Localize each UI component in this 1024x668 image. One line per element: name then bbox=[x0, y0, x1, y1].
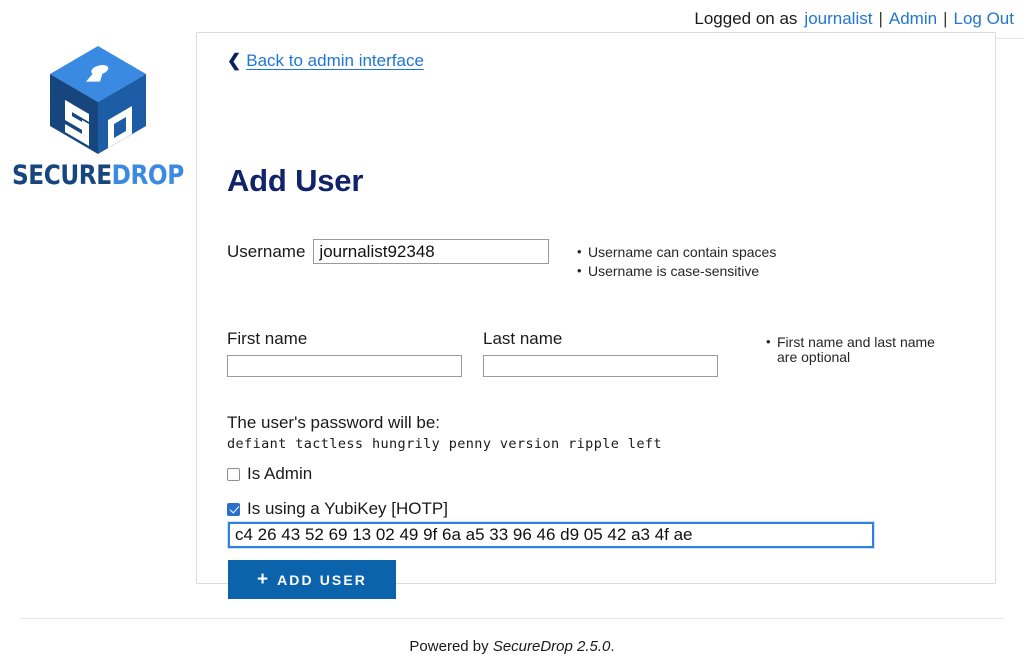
back-to-admin-label[interactable]: Back to admin interface bbox=[246, 51, 424, 71]
password-value: defiant tactless hungrily penny version … bbox=[227, 436, 662, 452]
is-admin-checkbox[interactable] bbox=[227, 467, 240, 481]
hint-item: Username can contain spaces bbox=[577, 244, 797, 260]
chevron-left-icon: ❮ bbox=[227, 51, 242, 70]
hint-item: First name and last name are optional bbox=[766, 334, 951, 365]
securedrop-wordmark: SECUREDROP bbox=[12, 162, 184, 189]
wordmark-drop: DROP bbox=[111, 160, 185, 191]
name-hints: First name and last name are optional bbox=[766, 334, 951, 369]
name-row: First name Last name bbox=[227, 329, 718, 377]
is-yubikey-checkbox[interactable] bbox=[227, 502, 240, 516]
footer-prefix: Powered by bbox=[409, 638, 489, 655]
is-admin-row[interactable]: Is Admin bbox=[227, 464, 312, 484]
footer-suffix: . bbox=[610, 638, 615, 655]
wordmark-secure: SECURE bbox=[12, 160, 112, 191]
last-name-label: Last name bbox=[483, 329, 563, 348]
back-to-admin-link[interactable]: ❮ Back to admin interface bbox=[227, 51, 424, 71]
name-spacer bbox=[462, 329, 483, 377]
securedrop-cube-icon bbox=[50, 46, 146, 154]
is-yubikey-row[interactable]: Is using a YubiKey [HOTP] bbox=[227, 499, 448, 519]
is-admin-label: Is Admin bbox=[247, 464, 313, 483]
first-name-label: First name bbox=[227, 329, 308, 348]
footer: Powered by SecureDrop 2.5.0. bbox=[0, 638, 1024, 655]
username-input[interactable] bbox=[313, 239, 550, 264]
add-user-panel: ❮ Back to admin interface Add User Usern… bbox=[196, 32, 996, 599]
first-name-input[interactable] bbox=[227, 355, 462, 377]
logged-on-label: Logged on as bbox=[694, 9, 798, 28]
footer-product: SecureDrop 2.5.0 bbox=[492, 638, 611, 655]
add-user-button[interactable]: + ADD USER bbox=[228, 560, 396, 599]
last-name-input[interactable] bbox=[483, 355, 718, 377]
otp-secret-input[interactable] bbox=[228, 522, 874, 548]
first-name-group: First name bbox=[227, 329, 462, 377]
password-label: The user's password will be: bbox=[227, 413, 440, 432]
current-user-link[interactable]: journalist bbox=[804, 9, 872, 29]
page-title: Add User bbox=[227, 163, 364, 198]
add-user-button-label: ADD USER bbox=[277, 571, 368, 588]
hint-item: Username is case-sensitive bbox=[577, 263, 797, 279]
plus-icon: + bbox=[256, 569, 269, 590]
username-hints: Username can contain spaces Username is … bbox=[577, 244, 797, 283]
username-label: Username bbox=[227, 242, 306, 261]
header-separator-1: | bbox=[878, 9, 883, 28]
header-separator-2: | bbox=[943, 9, 948, 28]
securedrop-logo[interactable]: SECUREDROP bbox=[0, 44, 196, 189]
last-name-group: Last name bbox=[483, 329, 718, 377]
password-block: The user's password will be: defiant tac… bbox=[227, 413, 662, 452]
is-yubikey-label: Is using a YubiKey [HOTP] bbox=[247, 499, 448, 518]
footer-divider bbox=[20, 618, 1004, 619]
admin-link[interactable]: Admin bbox=[889, 9, 937, 29]
add-user-form: Username Username can contain spaces Use… bbox=[227, 239, 972, 599]
logout-link[interactable]: Log Out bbox=[954, 9, 1015, 29]
